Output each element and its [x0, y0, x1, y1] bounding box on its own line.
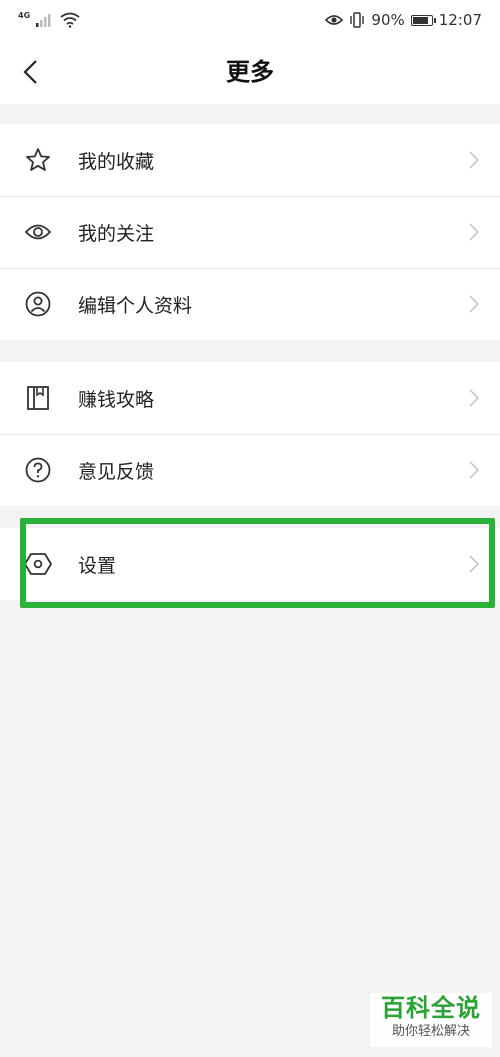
- title-bar: 更多: [0, 40, 500, 104]
- menu-group-2: 赚钱攻略 意见反馈: [0, 362, 500, 506]
- menu-item-label: 赚钱攻略: [78, 388, 155, 411]
- chevron-right-icon: [469, 223, 480, 241]
- star-icon: [24, 146, 52, 174]
- menu-item-following[interactable]: 我的关注: [0, 196, 500, 268]
- network-badge: 4G: [18, 10, 31, 20]
- status-bar: 4G 90% 12:07: [0, 0, 500, 40]
- menu-item-earning-guide[interactable]: 赚钱攻略: [0, 362, 500, 434]
- book-icon: [24, 384, 52, 412]
- profile-icon: [24, 290, 52, 318]
- chevron-right-icon: [469, 555, 480, 573]
- question-icon: [24, 456, 52, 484]
- chevron-right-icon: [469, 389, 480, 407]
- menu-item-label: 意见反馈: [78, 460, 155, 483]
- watermark: 百科全说 助你轻松解决: [370, 993, 492, 1047]
- watermark-subtitle: 助你轻松解决: [391, 1024, 470, 1039]
- page-title: 更多: [226, 58, 274, 86]
- menu-item-favorites[interactable]: 我的收藏: [0, 124, 500, 196]
- eye-care-icon: [325, 15, 344, 25]
- menu-item-label: 编辑个人资料: [78, 294, 193, 317]
- signal-icon: [36, 14, 51, 27]
- battery-percent: 90%: [371, 11, 405, 29]
- settings-icon: [24, 550, 52, 578]
- vibrate-icon: [350, 12, 365, 28]
- clock: 12:07: [438, 11, 482, 29]
- battery-icon: [410, 14, 436, 26]
- status-right: 90% 12:07: [325, 11, 482, 29]
- menu-item-label: 设置: [78, 554, 117, 577]
- menu-item-label: 我的关注: [78, 222, 155, 245]
- menu-item-edit-profile[interactable]: 编辑个人资料: [0, 268, 500, 340]
- menu-item-feedback[interactable]: 意见反馈: [0, 434, 500, 506]
- battery-fill: [412, 16, 429, 24]
- menu-group-3: 设置: [0, 528, 500, 600]
- wifi-icon: [60, 12, 80, 28]
- status-left: 4G: [18, 10, 80, 28]
- eye-icon: [24, 218, 52, 246]
- menu-group-1: 我的收藏 我的关注 编辑个人资料: [0, 124, 500, 340]
- chevron-right-icon: [469, 151, 480, 169]
- chevron-right-icon: [469, 295, 480, 313]
- menu-item-settings[interactable]: 设置: [0, 528, 500, 600]
- menu-item-label: 我的收藏: [78, 150, 155, 173]
- watermark-title: 百科全说: [381, 994, 481, 1022]
- chevron-right-icon: [469, 461, 480, 479]
